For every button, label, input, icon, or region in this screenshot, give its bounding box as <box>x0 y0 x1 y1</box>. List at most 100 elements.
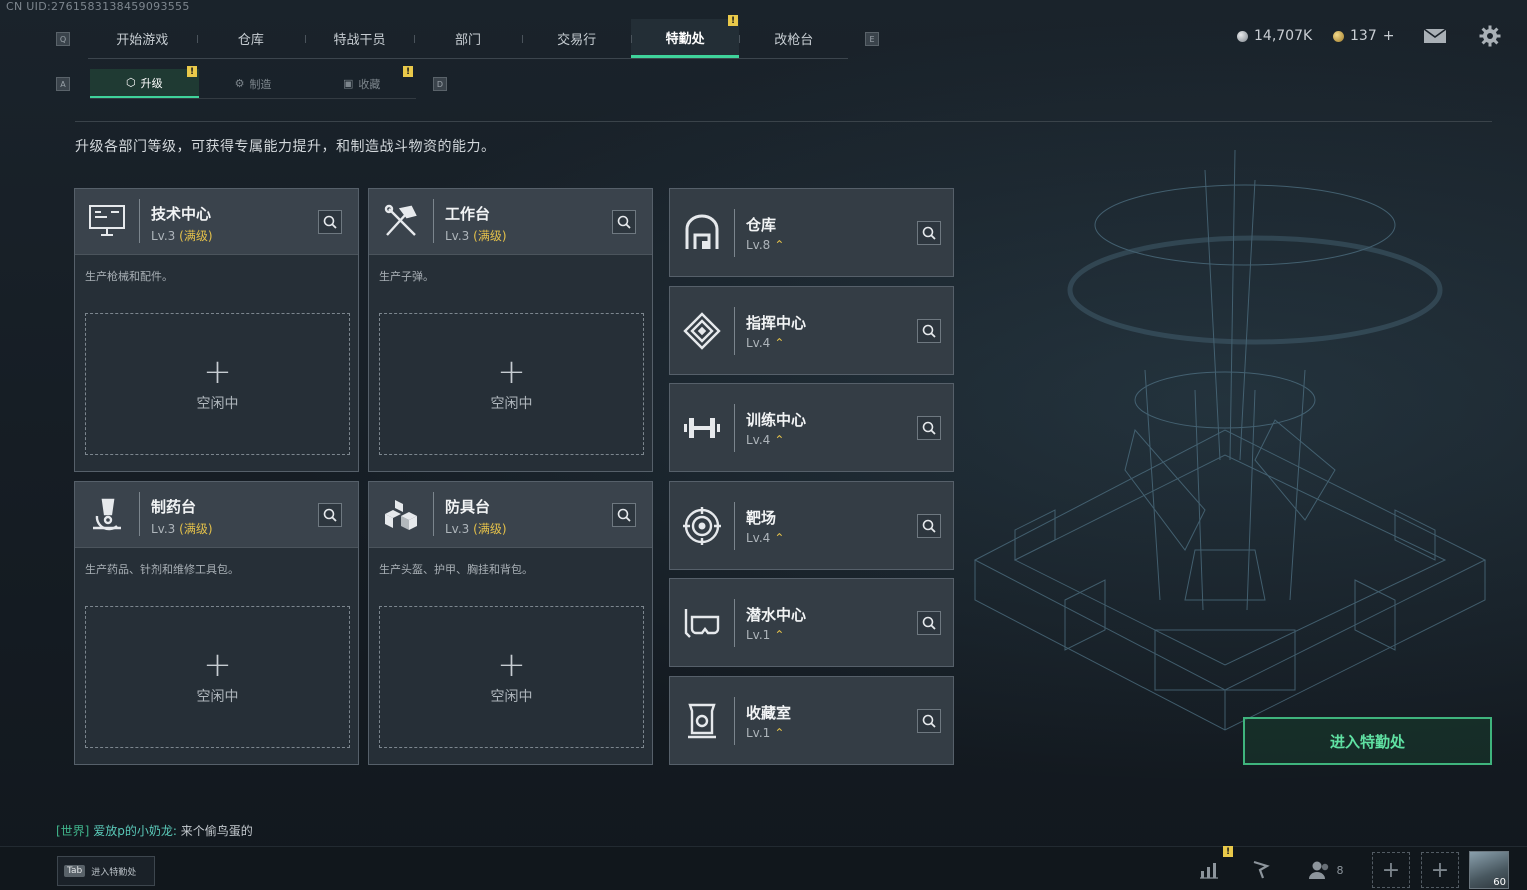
command-icon <box>682 311 722 351</box>
enter-special-ops-button[interactable]: 进入特勤处 <box>1243 717 1492 765</box>
level-value: Lv.3 <box>445 229 470 243</box>
player-level: 60 <box>1493 877 1506 888</box>
divider <box>75 121 1492 122</box>
facility-title: 训练中心 <box>746 411 807 429</box>
level-value: Lv.1 <box>746 726 771 740</box>
base-wireframe-illustration <box>973 149 1487 731</box>
card-level: Lv.3 (满级) <box>151 227 213 244</box>
subnav-key-right: D <box>433 77 447 91</box>
chat-line[interactable]: [世界] 爱放p的小奶龙: 来个偷鸟蛋的 <box>56 822 253 839</box>
facility-card-command-center[interactable]: 指挥中心 Lv.4 ⌃ <box>669 286 954 375</box>
facility-card-warehouse[interactable]: 仓库 Lv.8 ⌃ <box>669 188 954 277</box>
facility-card-training-center[interactable]: 训练中心 Lv.4 ⌃ <box>669 383 954 472</box>
card-description: 生产枪械和配件。 <box>85 270 173 283</box>
upgrade-arrow-icon: ⌃ <box>774 238 785 252</box>
workshop-card-pharmacy[interactable]: 制药台 Lv.3 (满级) 生产药品、针剂和维修工具包。 + 空闲中 <box>74 481 359 765</box>
gold-amount: 137 <box>1350 28 1377 44</box>
mail-icon[interactable] <box>1422 26 1448 46</box>
production-slot[interactable]: + 空闲中 <box>379 313 644 455</box>
workshop-card-tech-center[interactable]: 技术中心 Lv.3 (满级) 生产枪械和配件。 + 空闲中 <box>74 188 359 472</box>
search-icon[interactable] <box>917 221 941 245</box>
max-level-tag: (满级) <box>179 229 213 243</box>
subtab-craft[interactable]: ⚙ 制造 <box>199 69 308 98</box>
chat-channel: [世界] <box>56 824 90 838</box>
facility-card-diving-center[interactable]: 潜水中心 Lv.1 ⌃ <box>669 578 954 667</box>
sub-nav: ⬡ 升级 ⚙ 制造 ▣ 收藏 <box>90 69 416 99</box>
stats-chart-icon[interactable] <box>1197 853 1221 887</box>
tab-shortcut-hint[interactable]: Tab 进入特勤处 <box>57 856 155 886</box>
add-party-slot-1[interactable]: + <box>1372 852 1410 888</box>
tab-gunsmith[interactable]: 改枪台 <box>739 19 848 58</box>
facility-title: 收藏室 <box>746 704 792 722</box>
tab-trading[interactable]: 交易行 <box>522 19 631 58</box>
collection-tab-icon: ▣ <box>342 77 354 90</box>
player-avatar[interactable]: 60 <box>1469 851 1509 889</box>
silver-amount: 14,707K <box>1254 28 1313 44</box>
subtab-upgrade[interactable]: ⬡ 升级 <box>90 69 199 98</box>
max-level-tag: (满级) <box>473 522 507 536</box>
header-separator <box>139 199 140 243</box>
card-description: 生产药品、针剂和维修工具包。 <box>85 563 239 576</box>
search-icon[interactable] <box>917 709 941 733</box>
gold-currency[interactable]: 137 + <box>1333 28 1394 44</box>
card-title: 防具台 <box>445 498 491 516</box>
production-slot[interactable]: + 空闲中 <box>85 313 350 455</box>
add-icon: + <box>497 645 526 685</box>
search-icon[interactable] <box>917 611 941 635</box>
upgrade-icon: ⬡ <box>126 76 136 89</box>
gold-coin-icon <box>1333 30 1344 42</box>
facility-title: 靶场 <box>746 509 777 527</box>
tab-start-game[interactable]: 开始游戏 <box>88 19 197 58</box>
friends-button[interactable]: 8 <box>1306 853 1346 887</box>
facility-level: Lv.4 ⌃ <box>746 336 784 350</box>
chat-message: 来个偷鸟蛋的 <box>180 824 253 838</box>
subtab-collection[interactable]: ▣ 收藏 <box>307 69 416 98</box>
facility-title: 仓库 <box>746 216 777 234</box>
level-value: Lv.3 <box>445 522 470 536</box>
gold-add-button[interactable]: + <box>1383 28 1395 44</box>
search-icon[interactable] <box>612 210 636 234</box>
header-separator <box>433 492 434 536</box>
workshop-card-workbench[interactable]: 工作台 Lv.3 (满级) 生产子弹。 + 空闲中 <box>368 188 653 472</box>
upgrade-arrow-icon: ⌃ <box>774 336 785 350</box>
microscope-icon <box>87 496 127 532</box>
tab-hint-label: 进入特勤处 <box>91 867 137 878</box>
subtab-upgrade-label: 升级 <box>140 76 163 90</box>
facility-card-shooting-range[interactable]: 靶场 Lv.4 ⌃ <box>669 481 954 570</box>
production-slot[interactable]: + 空闲中 <box>85 606 350 748</box>
chat-sender: 爱放p的小奶龙: <box>93 824 177 838</box>
card-header: 防具台 Lv.3 (满级) <box>369 482 652 548</box>
card-title: 技术中心 <box>151 205 212 223</box>
facility-level: Lv.4 ⌃ <box>746 531 784 545</box>
facility-card-collection-room[interactable]: 收藏室 Lv.1 ⌃ <box>669 676 954 765</box>
nav-key-left: Q <box>56 32 70 46</box>
production-slot[interactable]: + 空闲中 <box>379 606 644 748</box>
header-separator <box>139 492 140 536</box>
flag-icon[interactable] <box>1249 853 1273 887</box>
card-header: 工作台 Lv.3 (满级) <box>369 189 652 255</box>
search-icon[interactable] <box>917 319 941 343</box>
tab-special-ops[interactable]: 特勤处 <box>630 19 740 58</box>
tab-warehouse[interactable]: 仓库 <box>196 19 306 58</box>
search-icon[interactable] <box>318 210 342 234</box>
search-icon[interactable] <box>917 416 941 440</box>
upgrade-alert-badge: ! <box>187 66 197 77</box>
level-value: Lv.4 <box>746 531 771 545</box>
slot-status: 空闲中 <box>490 689 533 705</box>
card-description: 生产头盔、护甲、胸挂和背包。 <box>379 563 533 576</box>
subtab-collection-label: 收藏 <box>358 77 381 91</box>
special-ops-alert-badge: ! <box>728 15 738 26</box>
facility-title: 指挥中心 <box>746 314 807 332</box>
blocks-icon <box>381 496 421 532</box>
settings-gear-icon[interactable] <box>1478 24 1502 48</box>
dumbbell-icon <box>682 408 722 448</box>
silver-currency[interactable]: 14,707K <box>1237 28 1312 44</box>
tab-departments[interactable]: 部门 <box>413 19 523 58</box>
card-level: Lv.3 (满级) <box>151 520 213 537</box>
add-party-slot-2[interactable]: + <box>1421 852 1459 888</box>
tab-operators[interactable]: 特战干员 <box>305 19 414 58</box>
search-icon[interactable] <box>917 514 941 538</box>
search-icon[interactable] <box>318 503 342 527</box>
workshop-card-armor-bench[interactable]: 防具台 Lv.3 (满级) 生产头盔、护甲、胸挂和背包。 + 空闲中 <box>368 481 653 765</box>
search-icon[interactable] <box>612 503 636 527</box>
